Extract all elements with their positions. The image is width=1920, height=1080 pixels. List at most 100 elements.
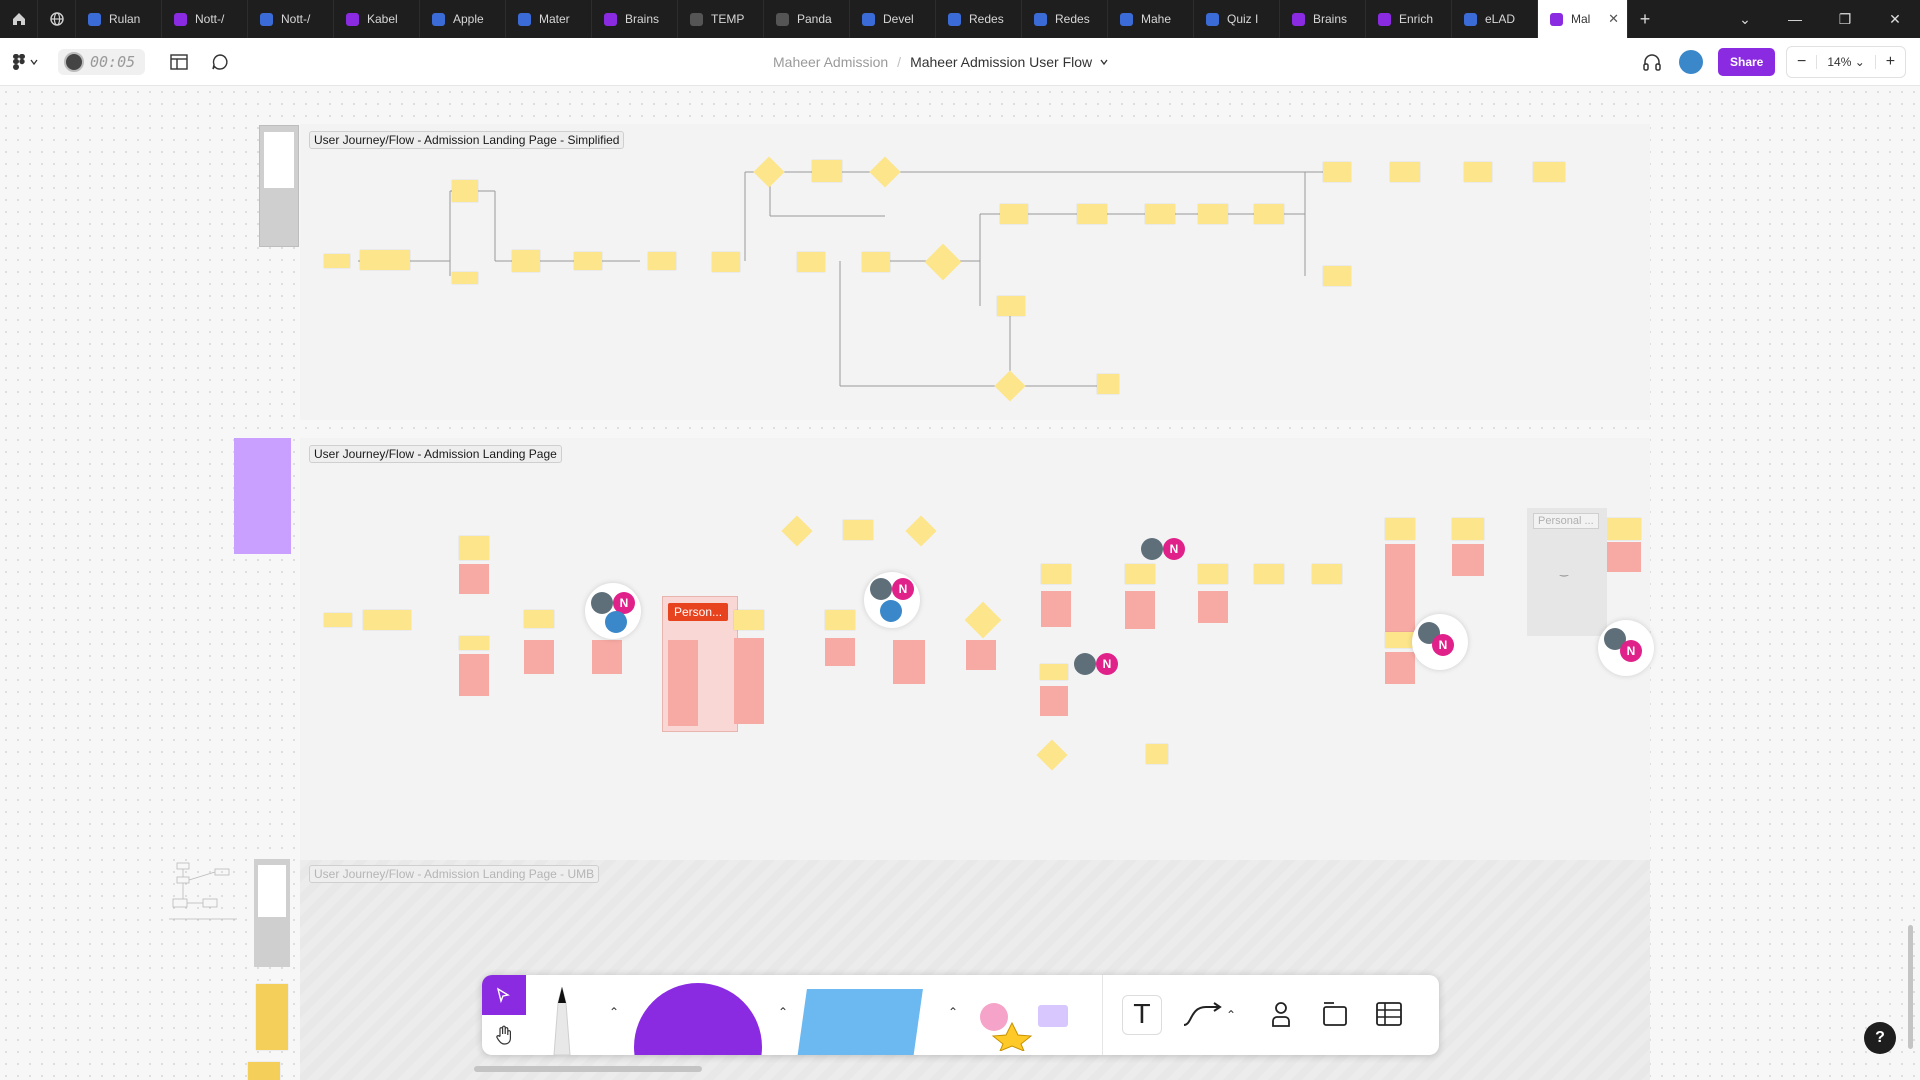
text-icon[interactable]: T bbox=[1122, 995, 1162, 1035]
sticky-note-pink[interactable] bbox=[524, 640, 554, 674]
browser-tab[interactable]: Brains bbox=[1280, 0, 1366, 38]
section-icon[interactable] bbox=[1316, 995, 1354, 1033]
chevron-up-icon[interactable]: ⌃ bbox=[609, 1005, 619, 1019]
share-button[interactable]: Share bbox=[1718, 38, 1776, 86]
sticky-note[interactable] bbox=[1146, 744, 1168, 764]
tab-search-chevron-icon[interactable]: ⌄ bbox=[1720, 0, 1770, 38]
sticky-note-pink[interactable] bbox=[1452, 544, 1484, 576]
sticky-note[interactable] bbox=[1097, 374, 1119, 394]
sticky-note-pink[interactable] bbox=[1385, 652, 1415, 684]
sticky-note[interactable] bbox=[1145, 204, 1175, 224]
sticky-note-pink[interactable] bbox=[459, 654, 489, 696]
sticky-note[interactable] bbox=[843, 520, 873, 540]
sticky-note[interactable] bbox=[1041, 564, 1071, 584]
sticky-note[interactable] bbox=[1077, 204, 1107, 224]
sticky-note[interactable] bbox=[1198, 204, 1228, 224]
sticky-note-pink[interactable] bbox=[966, 640, 996, 670]
thumbnail-preview[interactable] bbox=[254, 859, 290, 967]
restore-button[interactable]: ❐ bbox=[1820, 0, 1870, 38]
pen-icon[interactable] bbox=[550, 985, 574, 1055]
sticky-note[interactable] bbox=[1198, 564, 1228, 584]
sticky-note[interactable] bbox=[1323, 162, 1351, 182]
sticky-note[interactable] bbox=[524, 610, 554, 628]
sticky-note[interactable] bbox=[812, 160, 842, 182]
browser-tab[interactable]: Rulan bbox=[76, 0, 162, 38]
sticky-note[interactable] bbox=[648, 252, 676, 270]
sticky-icon[interactable] bbox=[797, 989, 923, 1055]
sticky-note-pink[interactable] bbox=[1607, 542, 1641, 572]
sticky-note[interactable] bbox=[1385, 518, 1415, 540]
sticky-note[interactable] bbox=[512, 250, 540, 272]
main-menu-button[interactable] bbox=[12, 38, 38, 86]
sticky-note[interactable] bbox=[459, 536, 489, 560]
sticky-note[interactable] bbox=[797, 252, 825, 272]
sticky-note-pink[interactable] bbox=[592, 640, 622, 674]
stamp-icon[interactable] bbox=[972, 995, 1076, 1052]
sticky-note[interactable] bbox=[1533, 162, 1565, 182]
sticky-note[interactable] bbox=[324, 254, 350, 268]
browser-tab[interactable]: Kabel bbox=[334, 0, 420, 38]
sticky-note[interactable] bbox=[1254, 204, 1284, 224]
comment-icon[interactable] bbox=[211, 38, 229, 86]
sticky-note[interactable] bbox=[712, 252, 740, 272]
sticky-note[interactable] bbox=[1464, 162, 1492, 182]
help-button[interactable]: ? bbox=[1864, 1022, 1896, 1054]
browser-tab[interactable]: Enrich bbox=[1366, 0, 1452, 38]
zoom-dropdown[interactable]: 14% ⌄ bbox=[1816, 55, 1876, 69]
personal-callout-red[interactable]: Person... bbox=[668, 603, 729, 621]
browser-tab[interactable]: Mahe bbox=[1108, 0, 1194, 38]
sticky-note[interactable] bbox=[256, 984, 288, 1050]
tab-active[interactable]: Mal ✕ bbox=[1538, 0, 1628, 38]
new-tab-button[interactable]: + bbox=[1628, 0, 1662, 38]
sticky-note-pink[interactable] bbox=[1198, 591, 1228, 623]
sticky-note[interactable] bbox=[1385, 632, 1415, 648]
sticky-note[interactable] bbox=[862, 252, 890, 272]
sticky-note[interactable] bbox=[574, 252, 602, 270]
sticky-note[interactable] bbox=[459, 636, 489, 650]
shape-icon[interactable] bbox=[634, 983, 762, 1055]
sticky-note[interactable] bbox=[1125, 564, 1155, 584]
home-icon[interactable] bbox=[0, 0, 38, 38]
layout-icon[interactable] bbox=[170, 38, 188, 86]
sticky-note[interactable] bbox=[248, 1062, 280, 1080]
sticky-note[interactable] bbox=[1323, 266, 1351, 286]
sticky-note-pink[interactable] bbox=[668, 640, 698, 726]
notes-sticky-purple[interactable] bbox=[234, 438, 291, 554]
zoom-out-icon[interactable]: − bbox=[1787, 53, 1816, 71]
sticky-note[interactable] bbox=[452, 180, 478, 202]
sticky-note-pink[interactable] bbox=[1385, 544, 1415, 638]
sticky-note[interactable] bbox=[1000, 204, 1028, 224]
browser-tab[interactable]: Quiz I bbox=[1194, 0, 1280, 38]
browser-tab[interactable]: Panda bbox=[764, 0, 850, 38]
globe-icon[interactable] bbox=[38, 0, 76, 38]
sticky-note[interactable] bbox=[825, 610, 855, 630]
sticky-note[interactable] bbox=[363, 610, 411, 630]
board-title[interactable]: Maheer Admission User Flow bbox=[910, 54, 1092, 70]
sticky-note[interactable] bbox=[1607, 518, 1641, 540]
sticky-note[interactable] bbox=[734, 610, 764, 630]
close-window-button[interactable]: ✕ bbox=[1870, 0, 1920, 38]
whiteboard-canvas[interactable]: User Journey/Flow - Admission Landing Pa… bbox=[0, 86, 1920, 1080]
sticky-note[interactable] bbox=[360, 250, 410, 270]
browser-tab[interactable]: Apple bbox=[420, 0, 506, 38]
sticky-note[interactable] bbox=[1390, 162, 1420, 182]
chevron-down-icon[interactable] bbox=[1100, 58, 1108, 66]
diagram-thumbnail[interactable] bbox=[163, 859, 243, 931]
timer-widget[interactable]: 00:05 bbox=[58, 38, 146, 86]
minimize-button[interactable]: — bbox=[1770, 0, 1820, 38]
select-icon[interactable] bbox=[482, 975, 526, 1015]
frame-title-umb[interactable]: User Journey/Flow - Admission Landing Pa… bbox=[309, 865, 600, 883]
sticky-note[interactable] bbox=[1040, 664, 1068, 680]
sticky-note-pink[interactable] bbox=[1125, 591, 1155, 629]
sticky-note[interactable] bbox=[997, 296, 1025, 316]
sticky-note-pink[interactable] bbox=[734, 638, 764, 724]
person-icon[interactable] bbox=[1262, 995, 1300, 1033]
close-tab-icon[interactable]: ✕ bbox=[1608, 11, 1619, 27]
personal-callout-grey[interactable]: Personal ... bbox=[1533, 513, 1599, 529]
zoom-in-icon[interactable]: + bbox=[1876, 53, 1905, 71]
sticky-note[interactable] bbox=[324, 613, 352, 627]
headphones-icon[interactable] bbox=[1642, 38, 1662, 86]
browser-tab[interactable]: Redes bbox=[936, 0, 1022, 38]
section-landing-page[interactable] bbox=[300, 438, 1650, 904]
browser-tab[interactable]: Nott-/ bbox=[162, 0, 248, 38]
